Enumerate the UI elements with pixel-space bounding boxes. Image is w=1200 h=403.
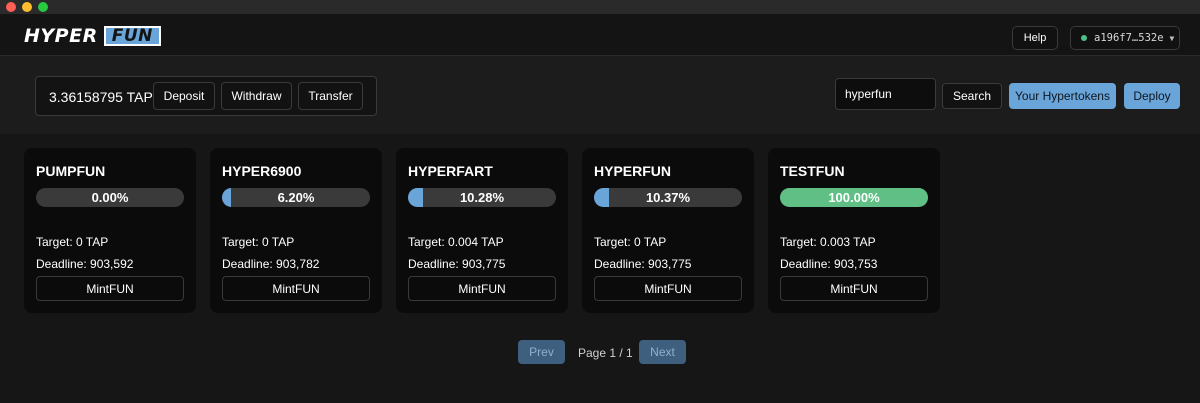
- token-deadline: Deadline: 903,775: [594, 257, 692, 271]
- token-name: HYPERFUN: [594, 163, 672, 179]
- withdraw-button[interactable]: Withdraw: [221, 82, 292, 110]
- token-name: TESTFUN: [780, 163, 845, 179]
- token-card: TESTFUN 100.00% Target: 0.003 TAP Deadli…: [768, 148, 940, 313]
- token-card: HYPERFART 10.28% Target: 0.004 TAP Deadl…: [396, 148, 568, 313]
- token-deadline: Deadline: 903,592: [36, 257, 134, 271]
- tap-balance: 3.36158795 TAP: [49, 89, 153, 105]
- search-button[interactable]: Search: [942, 83, 1002, 109]
- search-input[interactable]: [835, 78, 936, 110]
- transfer-button[interactable]: Transfer: [298, 82, 363, 110]
- maximize-window-icon[interactable]: [38, 2, 48, 12]
- mint-button[interactable]: MintFUN: [594, 276, 742, 301]
- token-name: HYPER6900: [222, 163, 302, 179]
- token-card: PUMPFUN 0.00% Target: 0 TAP Deadline: 90…: [24, 148, 196, 313]
- mint-button[interactable]: MintFUN: [780, 276, 928, 301]
- minimize-window-icon[interactable]: [22, 2, 32, 12]
- token-name: HYPERFART: [408, 163, 493, 179]
- page-indicator: Page 1 / 1: [578, 346, 633, 360]
- progress-percent: 0.00%: [91, 190, 129, 205]
- progress-bar: 100.00%: [780, 188, 928, 207]
- balance-panel: 3.36158795 TAP Deposit Withdraw Transfer: [35, 76, 377, 116]
- logo-fun-badge: FUN: [103, 26, 161, 46]
- mint-button[interactable]: MintFUN: [408, 276, 556, 301]
- token-deadline: Deadline: 903,753: [780, 257, 878, 271]
- wallet-address: a196f7…532e: [1094, 32, 1164, 44]
- token-target: Target: 0 TAP: [594, 235, 667, 249]
- mint-button[interactable]: MintFUN: [222, 276, 370, 301]
- progress-bar: 10.28%: [408, 188, 556, 207]
- token-target: Target: 0 TAP: [222, 235, 295, 249]
- progress-bar: 10.37%: [594, 188, 742, 207]
- chevron-down-icon: ▼: [1169, 33, 1175, 43]
- window-titlebar: [0, 0, 1200, 14]
- close-window-icon[interactable]: [6, 2, 16, 12]
- progress-percent: 6.20%: [277, 190, 315, 205]
- help-button[interactable]: Help: [1012, 26, 1058, 50]
- progress-bar: 0.00%: [36, 188, 184, 207]
- brand-logo[interactable]: HYPER FUN: [24, 25, 161, 47]
- token-card: HYPERFUN 10.37% Target: 0 TAP Deadline: …: [582, 148, 754, 313]
- token-card: HYPER6900 6.20% Target: 0 TAP Deadline: …: [210, 148, 382, 313]
- next-page-button[interactable]: Next: [639, 340, 686, 364]
- your-hypertokens-button[interactable]: Your Hypertokens: [1009, 83, 1116, 109]
- token-target: Target: 0.003 TAP: [780, 235, 876, 249]
- prev-page-button[interactable]: Prev: [518, 340, 565, 364]
- progress-bar: 6.20%: [222, 188, 370, 207]
- deposit-button[interactable]: Deposit: [153, 82, 215, 110]
- token-deadline: Deadline: 903,775: [408, 257, 506, 271]
- progress-percent: 10.28%: [459, 190, 505, 205]
- deploy-button[interactable]: Deploy: [1124, 83, 1180, 109]
- token-target: Target: 0.004 TAP: [408, 235, 504, 249]
- progress-percent: 10.37%: [645, 190, 691, 205]
- wallet-status-icon: [1081, 35, 1087, 41]
- token-deadline: Deadline: 903,782: [222, 257, 320, 271]
- logo-hyper-text: HYPER: [24, 25, 98, 47]
- app-header: HYPER FUN Help a196f7…532e ▼: [0, 14, 1200, 56]
- progress-percent: 100.00%: [828, 190, 880, 205]
- token-name: PUMPFUN: [36, 163, 106, 179]
- mint-button[interactable]: MintFUN: [36, 276, 184, 301]
- token-target: Target: 0 TAP: [36, 235, 109, 249]
- wallet-button[interactable]: a196f7…532e ▼: [1070, 26, 1180, 50]
